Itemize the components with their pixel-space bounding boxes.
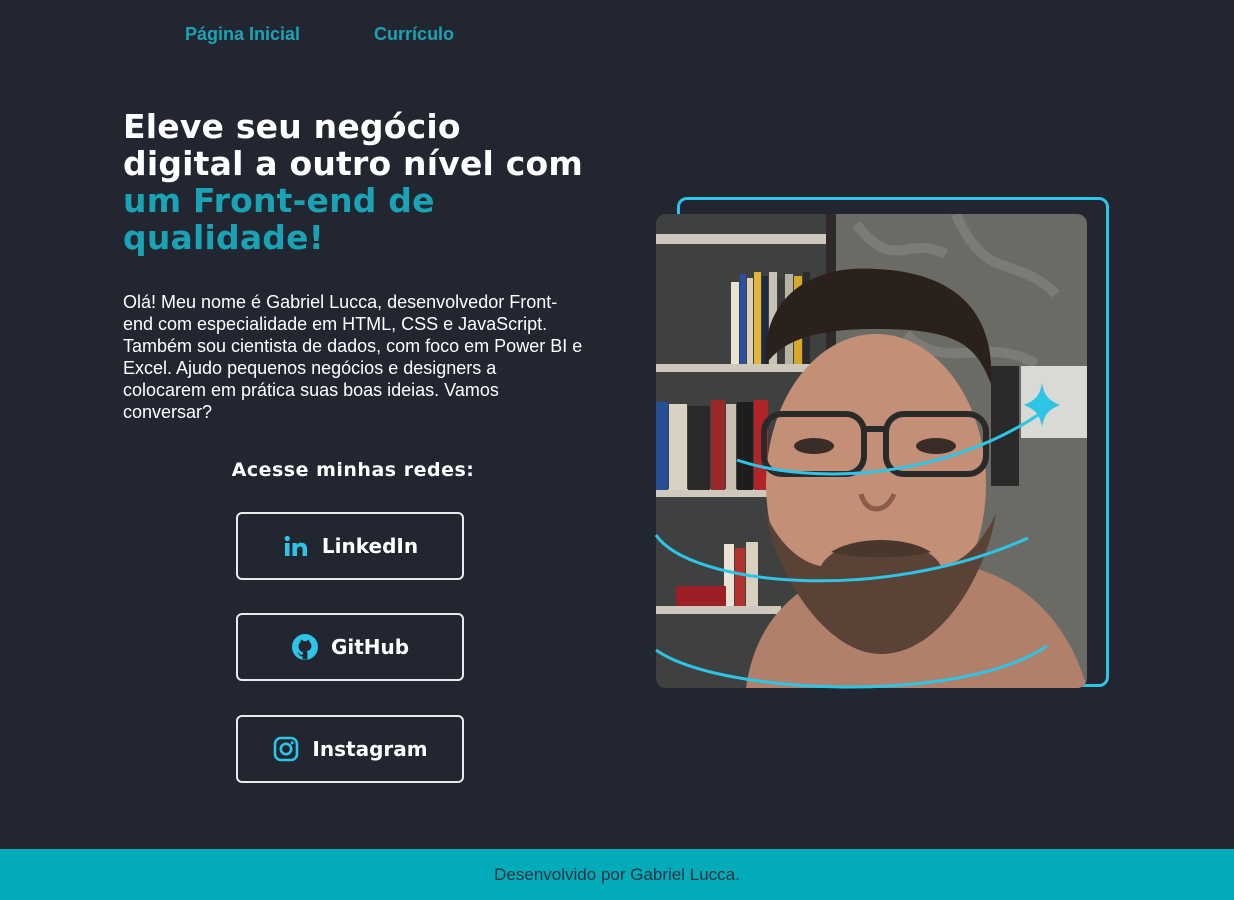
social-title: Acesse minhas redes: — [231, 459, 475, 481]
instagram-button[interactable]: Instagram — [236, 715, 464, 783]
top-nav: Página Inicial Currículo — [185, 24, 454, 45]
linkedin-icon — [282, 532, 310, 560]
nav-resume-link[interactable]: Currículo — [374, 24, 454, 45]
github-icon — [291, 633, 319, 661]
nav-home-link[interactable]: Página Inicial — [185, 24, 300, 45]
footer: Desenvolvido por Gabriel Lucca. — [0, 849, 1234, 900]
intro-paragraph: Olá! Meu nome é Gabriel Lucca, desenvolv… — [123, 292, 583, 422]
hero-headline: Eleve seu negócio digital a outro nível … — [123, 108, 583, 256]
linkedin-button[interactable]: LinkedIn — [236, 512, 464, 580]
instagram-icon — [272, 735, 300, 763]
profile-photo — [656, 214, 1087, 688]
headline-accent: um Front-end de qualidade! — [123, 181, 435, 257]
headline-text: Eleve seu negócio digital a outro nível … — [123, 107, 583, 183]
footer-text: Desenvolvido por Gabriel Lucca. — [494, 864, 740, 884]
instagram-label: Instagram — [312, 737, 428, 761]
linkedin-label: LinkedIn — [321, 534, 419, 558]
github-label: GitHub — [330, 635, 410, 659]
github-button[interactable]: GitHub — [236, 613, 464, 681]
